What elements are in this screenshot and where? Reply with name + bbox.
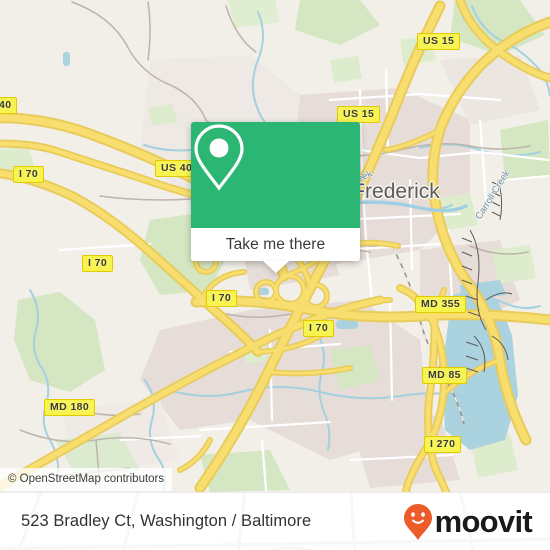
road-shield-md-355: MD 355 (415, 296, 467, 313)
road-shield-i-270: I 270 (424, 436, 462, 453)
take-me-there-callout[interactable]: Take me there (191, 122, 360, 273)
take-me-there-label: Take me there (225, 235, 326, 253)
moovit-brand[interactable]: moovit (403, 503, 533, 541)
road-shield-i-70-far-west: I 70 (13, 166, 45, 183)
moovit-wordmark: moovit (434, 503, 533, 539)
road-shield-i-70-central-west: I 70 (206, 290, 238, 307)
road-shield-i-70-central-east: I 70 (303, 320, 335, 337)
footer-bar: 523 Bradley Ct, Washington / Baltimore m… (0, 492, 550, 550)
road-shield-i-70-west: I 70 (82, 255, 114, 272)
road-shield-us-15-north: US 15 (417, 33, 461, 50)
moovit-map-share-card: Frederick ll Creek Carroll Creek US 15 U… (0, 0, 550, 550)
road-shield-40-clipped: 40 (0, 97, 18, 114)
map-pin-icon (194, 124, 244, 191)
callout-icon-area (191, 122, 360, 228)
road-shield-md-180: MD 180 (44, 399, 96, 416)
callout-button-area[interactable]: Take me there (191, 228, 360, 261)
map-attribution[interactable]: © OpenStreetMap contributors (0, 468, 173, 491)
moovit-smiley-pin-icon (403, 503, 432, 540)
callout-pointer-tail (262, 261, 289, 273)
address-label: 523 Bradley Ct, Washington / Baltimore (21, 512, 312, 530)
map-canvas[interactable]: Frederick ll Creek Carroll Creek US 15 U… (0, 0, 550, 492)
road-shield-md-85: MD 85 (422, 367, 467, 384)
place-label-frederick: Frederick (352, 180, 440, 203)
road-shield-us-15-west: US 15 (337, 106, 381, 123)
